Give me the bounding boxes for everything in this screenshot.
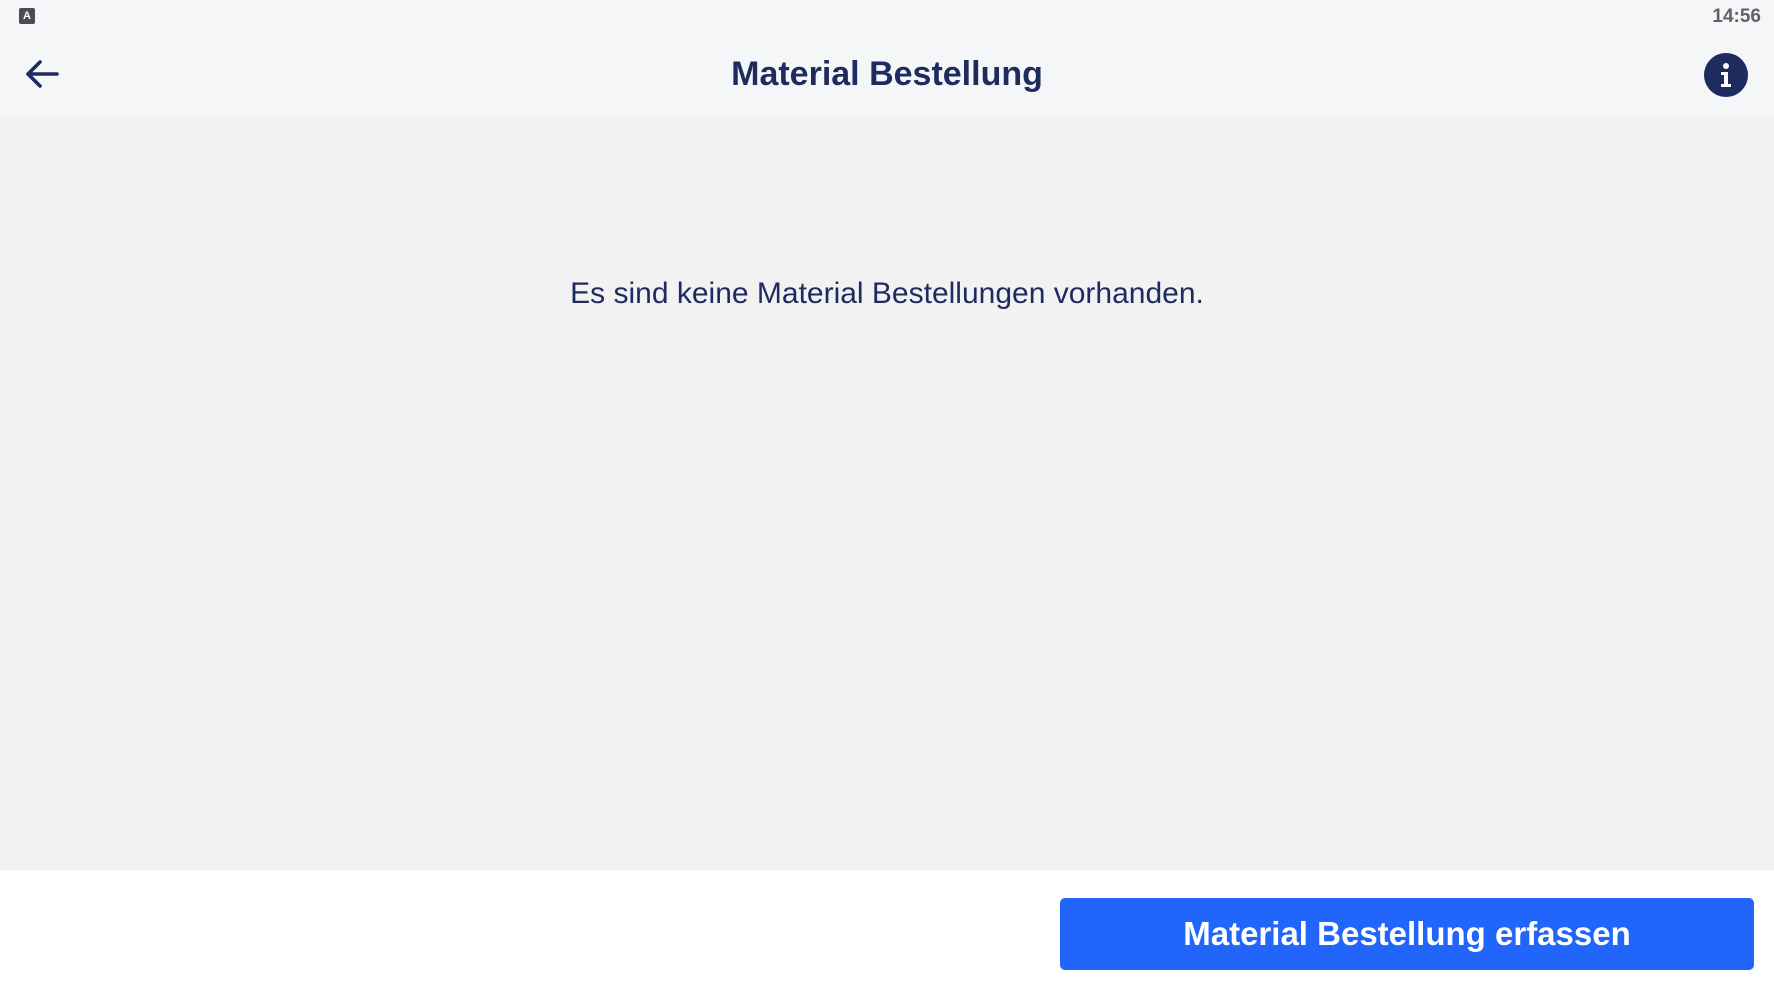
empty-state-message: Es sind keine Material Bestellungen vorh…	[570, 277, 1204, 310]
create-material-order-button[interactable]: Material Bestellung erfassen	[1060, 898, 1754, 970]
main-content: Es sind keine Material Bestellungen vorh…	[0, 117, 1774, 870]
app-bar: Material Bestellung	[0, 33, 1774, 117]
status-time: 14:56	[1712, 6, 1761, 27]
page-title: Material Bestellung	[731, 55, 1043, 93]
notification-app-icon: A	[19, 8, 35, 24]
info-icon	[1721, 63, 1731, 87]
footer: Material Bestellung erfassen	[0, 870, 1774, 998]
info-button[interactable]	[1704, 53, 1748, 97]
status-bar: A 14:56	[0, 0, 1774, 33]
